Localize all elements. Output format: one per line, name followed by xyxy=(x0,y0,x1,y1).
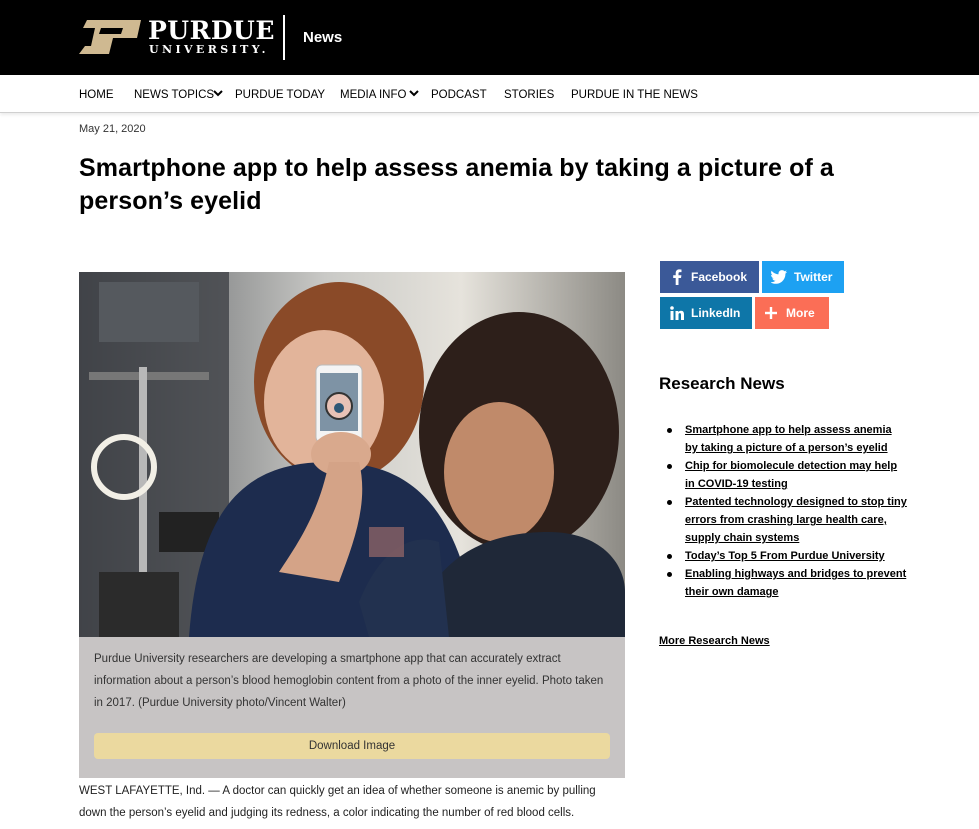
research-news-heading: Research News xyxy=(659,374,785,393)
nav-item-stories[interactable]: STORIES xyxy=(504,88,554,102)
article-photo xyxy=(79,272,625,637)
share-more-button[interactable]: More xyxy=(755,297,829,329)
share-facebook-label: Facebook xyxy=(691,270,748,284)
bullet-icon xyxy=(667,428,672,433)
nav-item-purdue-in-the-news[interactable]: PURDUE IN THE NEWS xyxy=(571,88,698,102)
photo-illustration xyxy=(79,272,625,637)
nav-item-podcast[interactable]: PODCAST xyxy=(431,88,487,102)
site-header: PURDUE UNIVERSITY. News xyxy=(0,0,979,75)
share-linkedin-button[interactable]: LinkedIn xyxy=(660,297,752,329)
list-item: Smartphone app to help assess anemia by … xyxy=(667,421,907,457)
more-research-news-link[interactable]: More Research News xyxy=(659,634,770,648)
list-item: Today’s Top 5 From Purdue University xyxy=(667,547,907,565)
research-news-link[interactable]: Enabling highways and bridges to prevent… xyxy=(685,568,906,598)
download-image-button[interactable]: Download Image xyxy=(94,733,610,759)
plus-icon xyxy=(765,297,777,329)
article-body-paragraph: WEST LAFAYETTE, Ind. — A doctor can quic… xyxy=(79,785,596,819)
bullet-icon xyxy=(667,464,672,469)
linkedin-icon xyxy=(670,297,684,329)
share-linkedin-label: LinkedIn xyxy=(691,306,741,320)
list-item: Chip for biomolecule detection may help … xyxy=(667,457,907,493)
research-news-link[interactable]: Patented technology designed to stop tin… xyxy=(685,496,907,544)
bullet-icon xyxy=(667,572,672,577)
bullet-icon xyxy=(667,500,672,505)
nav-item-media-info[interactable]: MEDIA INFO xyxy=(340,88,406,102)
purdue-logo[interactable]: PURDUE UNIVERSITY. xyxy=(79,17,274,57)
bullet-icon xyxy=(667,554,672,559)
share-more-label: More xyxy=(786,306,815,320)
twitter-icon xyxy=(771,261,787,293)
photo-caption-box: Purdue University researchers are develo… xyxy=(79,637,625,778)
nav-item-purdue-today[interactable]: PURDUE TODAY xyxy=(235,88,325,102)
research-news-link[interactable]: Chip for biomolecule detection may help … xyxy=(685,460,897,490)
research-news-link[interactable]: Smartphone app to help assess anemia by … xyxy=(685,424,892,454)
share-facebook-button[interactable]: Facebook xyxy=(660,261,759,293)
main-nav: HOME NEWS TOPICS PURDUE TODAY MEDIA INFO… xyxy=(0,75,979,113)
research-news-link[interactable]: Today’s Top 5 From Purdue University xyxy=(685,550,885,562)
share-twitter-label: Twitter xyxy=(794,270,833,284)
purdue-p-logo-icon xyxy=(79,20,141,54)
list-item: Patented technology designed to stop tin… xyxy=(667,493,907,547)
chevron-down-icon[interactable] xyxy=(408,87,420,99)
share-twitter-button[interactable]: Twitter xyxy=(762,261,844,293)
nav-item-home[interactable]: HOME xyxy=(79,88,114,102)
research-news-list: Smartphone app to help assess anemia by … xyxy=(667,421,907,601)
header-section-link[interactable]: News xyxy=(303,29,342,47)
article-date: May 21, 2020 xyxy=(79,123,146,135)
photo-caption: Purdue University researchers are develo… xyxy=(94,653,604,709)
chevron-down-icon[interactable] xyxy=(212,87,224,99)
list-item: Enabling highways and bridges to prevent… xyxy=(667,565,907,601)
article-title: Smartphone app to help assess anemia by … xyxy=(79,154,834,215)
nav-item-news-topics[interactable]: NEWS TOPICS xyxy=(134,88,214,102)
logo-university-text: UNIVERSITY. xyxy=(149,43,269,56)
facebook-icon xyxy=(672,261,682,293)
logo-purdue-text: PURDUE xyxy=(148,16,275,45)
header-divider xyxy=(283,15,285,60)
